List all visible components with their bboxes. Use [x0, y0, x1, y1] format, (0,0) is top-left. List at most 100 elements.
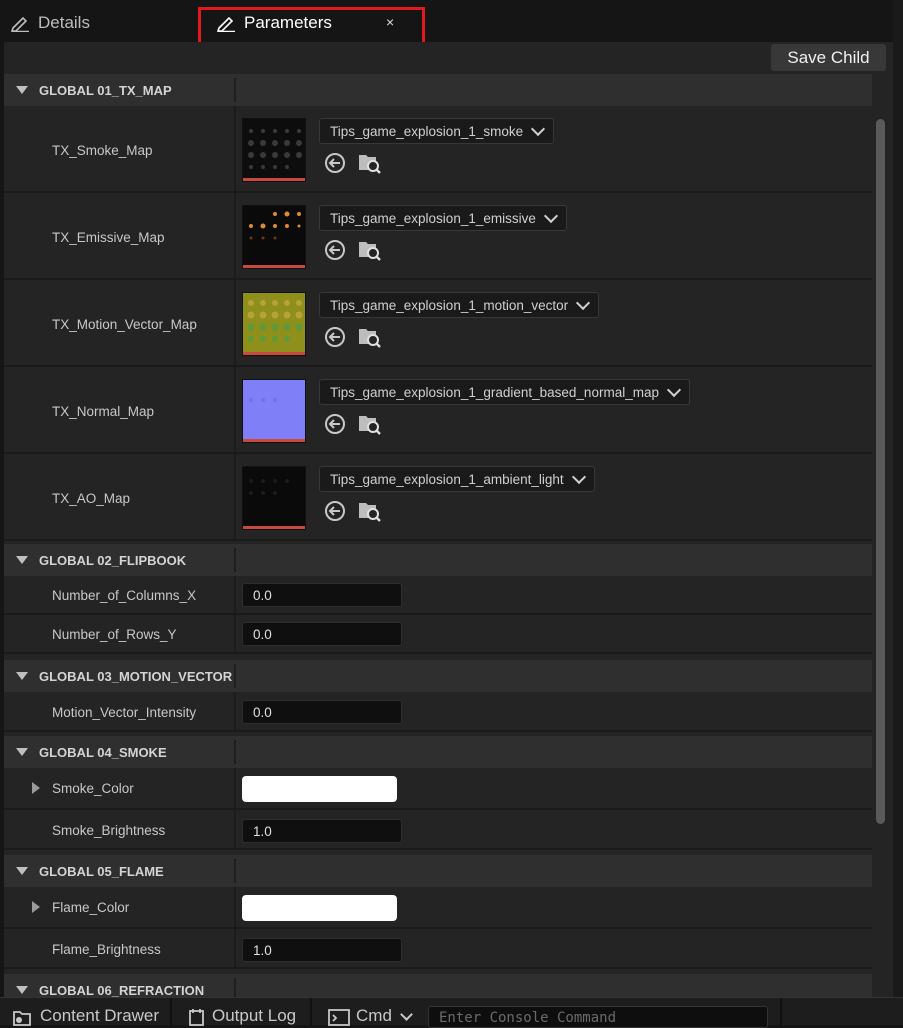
divider	[234, 548, 236, 572]
browse-folder-icon[interactable]	[357, 499, 381, 523]
use-selected-arrow-icon[interactable]	[324, 152, 346, 174]
divider	[234, 664, 236, 688]
asset-picker-dropdown[interactable]: Tips_game_explosion_1_motion_vector	[319, 292, 600, 318]
asset-picker-dropdown[interactable]: Tips_game_explosion_1_smoke	[319, 118, 555, 144]
collapse-arrow-icon[interactable]	[16, 86, 28, 94]
asset-name: Tips_game_explosion_1_ambient_light	[330, 471, 564, 487]
tab-details[interactable]: Details	[10, 4, 90, 42]
expand-arrow-icon[interactable]	[32, 901, 40, 913]
cmd-dropdown[interactable]: Cmd	[328, 998, 413, 1026]
output-log-button[interactable]: Output Log	[188, 998, 296, 1026]
columns-input[interactable]: 0.0	[242, 583, 402, 607]
cmd-label: Cmd	[356, 1006, 392, 1025]
rows-input[interactable]: 0.0	[242, 622, 402, 646]
texture-thumbnail[interactable]	[242, 205, 306, 269]
scrollbar-thumb[interactable]	[876, 119, 885, 824]
asset-picker-dropdown[interactable]: Tips_game_explosion_1_ambient_light	[319, 466, 595, 492]
collapse-arrow-icon[interactable]	[16, 867, 28, 875]
divider	[234, 768, 236, 808]
param-label: Smoke_Brightness	[52, 823, 166, 838]
category-smoke[interactable]: GLOBAL 04_SMOKE	[4, 736, 872, 768]
collapse-arrow-icon[interactable]	[16, 556, 28, 564]
ao-sprite-preview	[249, 479, 289, 495]
param-label: TX_Motion_Vector_Map	[52, 317, 197, 332]
smoke-sprite-preview	[248, 129, 302, 169]
flame-color-swatch[interactable]	[242, 895, 397, 921]
collapse-arrow-icon[interactable]	[16, 748, 28, 756]
category-flame[interactable]: GLOBAL 05_FLAME	[4, 855, 872, 887]
texture-thumbnail[interactable]	[242, 292, 306, 356]
chevron-down-icon	[571, 469, 586, 484]
smoke-brightness-input[interactable]: 1.0	[242, 819, 402, 843]
param-row: Smoke_Brightness 1.0	[4, 810, 872, 850]
texture-thumbnail[interactable]	[242, 379, 306, 443]
asset-name: Tips_game_explosion_1_gradient_based_nor…	[330, 384, 659, 400]
collapse-arrow-icon[interactable]	[16, 672, 28, 680]
motion-vector-intensity-input[interactable]: 0.0	[242, 700, 402, 724]
use-selected-arrow-icon[interactable]	[324, 239, 346, 261]
browse-folder-icon[interactable]	[357, 325, 381, 349]
asset-name: Tips_game_explosion_1_motion_vector	[330, 297, 569, 313]
smoke-color-swatch[interactable]	[242, 776, 397, 802]
browse-folder-icon[interactable]	[357, 238, 381, 262]
emissive-sprite-preview	[249, 211, 301, 240]
param-row: Flame_Color	[4, 887, 872, 929]
save-child-button[interactable]: Save Child	[771, 44, 886, 71]
console-input[interactable]: Enter Console Command	[428, 1006, 768, 1028]
thumbnail-bar	[243, 439, 305, 442]
chevron-down-icon	[576, 295, 591, 310]
divider	[234, 367, 236, 452]
category-title: GLOBAL 02_FLIPBOOK	[39, 553, 187, 568]
asset-picker-dropdown[interactable]: Tips_game_explosion_1_emissive	[319, 205, 567, 231]
right-edge-strip	[893, 0, 903, 1000]
texture-row: TX_Normal_Map Tips_game_explosion_1_grad…	[4, 367, 872, 454]
terminal-icon	[328, 1009, 350, 1026]
divider	[170, 998, 172, 1025]
category-flipbook[interactable]: GLOBAL 02_FLIPBOOK	[4, 544, 872, 576]
divider	[234, 810, 236, 848]
tab-highlight-box	[198, 7, 425, 46]
tab-bar	[0, 0, 903, 42]
asset-picker-dropdown[interactable]: Tips_game_explosion_1_gradient_based_nor…	[319, 379, 690, 405]
divider	[310, 998, 312, 1025]
use-selected-arrow-icon[interactable]	[324, 413, 346, 435]
param-label: TX_AO_Map	[52, 491, 131, 506]
param-label: TX_Smoke_Map	[52, 143, 153, 158]
use-selected-arrow-icon[interactable]	[324, 500, 346, 522]
param-label: Flame_Color	[52, 900, 130, 915]
category-motion-vector[interactable]: GLOBAL 03_MOTION_VECTOR	[4, 660, 872, 692]
divider	[234, 615, 236, 652]
texture-row: TX_Emissive_Map Tips_game_explosion_1_em…	[4, 193, 872, 280]
texture-thumbnail[interactable]	[242, 466, 306, 530]
divider	[234, 454, 236, 539]
collapse-arrow-icon[interactable]	[16, 986, 28, 994]
category-tx-map[interactable]: GLOBAL 01_TX_MAP	[4, 74, 872, 106]
thumbnail-bar	[243, 526, 305, 529]
panel-toolbar: Save Child	[4, 42, 893, 74]
chevron-down-icon	[666, 382, 682, 397]
texture-thumbnail[interactable]	[242, 118, 306, 182]
texture-row: TX_AO_Map Tips_game_explosion_1_ambient_…	[4, 454, 872, 541]
divider	[234, 740, 236, 764]
param-label: TX_Normal_Map	[52, 404, 155, 419]
category-refraction[interactable]: GLOBAL 06_REFRACTION	[4, 974, 872, 997]
browse-folder-icon[interactable]	[357, 412, 381, 436]
param-label: Number_of_Rows_Y	[52, 627, 177, 642]
expand-arrow-icon[interactable]	[32, 782, 40, 794]
browse-folder-icon[interactable]	[357, 151, 381, 175]
tab-details-label: Details	[38, 13, 90, 32]
use-selected-arrow-icon[interactable]	[324, 326, 346, 348]
param-label: Motion_Vector_Intensity	[52, 705, 197, 720]
thumbnail-bar	[243, 178, 305, 181]
flame-brightness-input[interactable]: 1.0	[242, 938, 402, 962]
asset-name: Tips_game_explosion_1_emissive	[330, 210, 536, 226]
param-row: Flame_Brightness 1.0	[4, 929, 872, 969]
param-label: Number_of_Columns_X	[52, 588, 197, 603]
content-drawer-button[interactable]: Content Drawer	[12, 998, 159, 1026]
param-label: Smoke_Color	[52, 781, 134, 796]
divider	[234, 859, 236, 883]
motion-vector-sprite-preview	[247, 300, 303, 342]
divider	[234, 929, 236, 967]
output-log-icon	[189, 1009, 204, 1026]
chevron-down-icon	[400, 1008, 413, 1021]
